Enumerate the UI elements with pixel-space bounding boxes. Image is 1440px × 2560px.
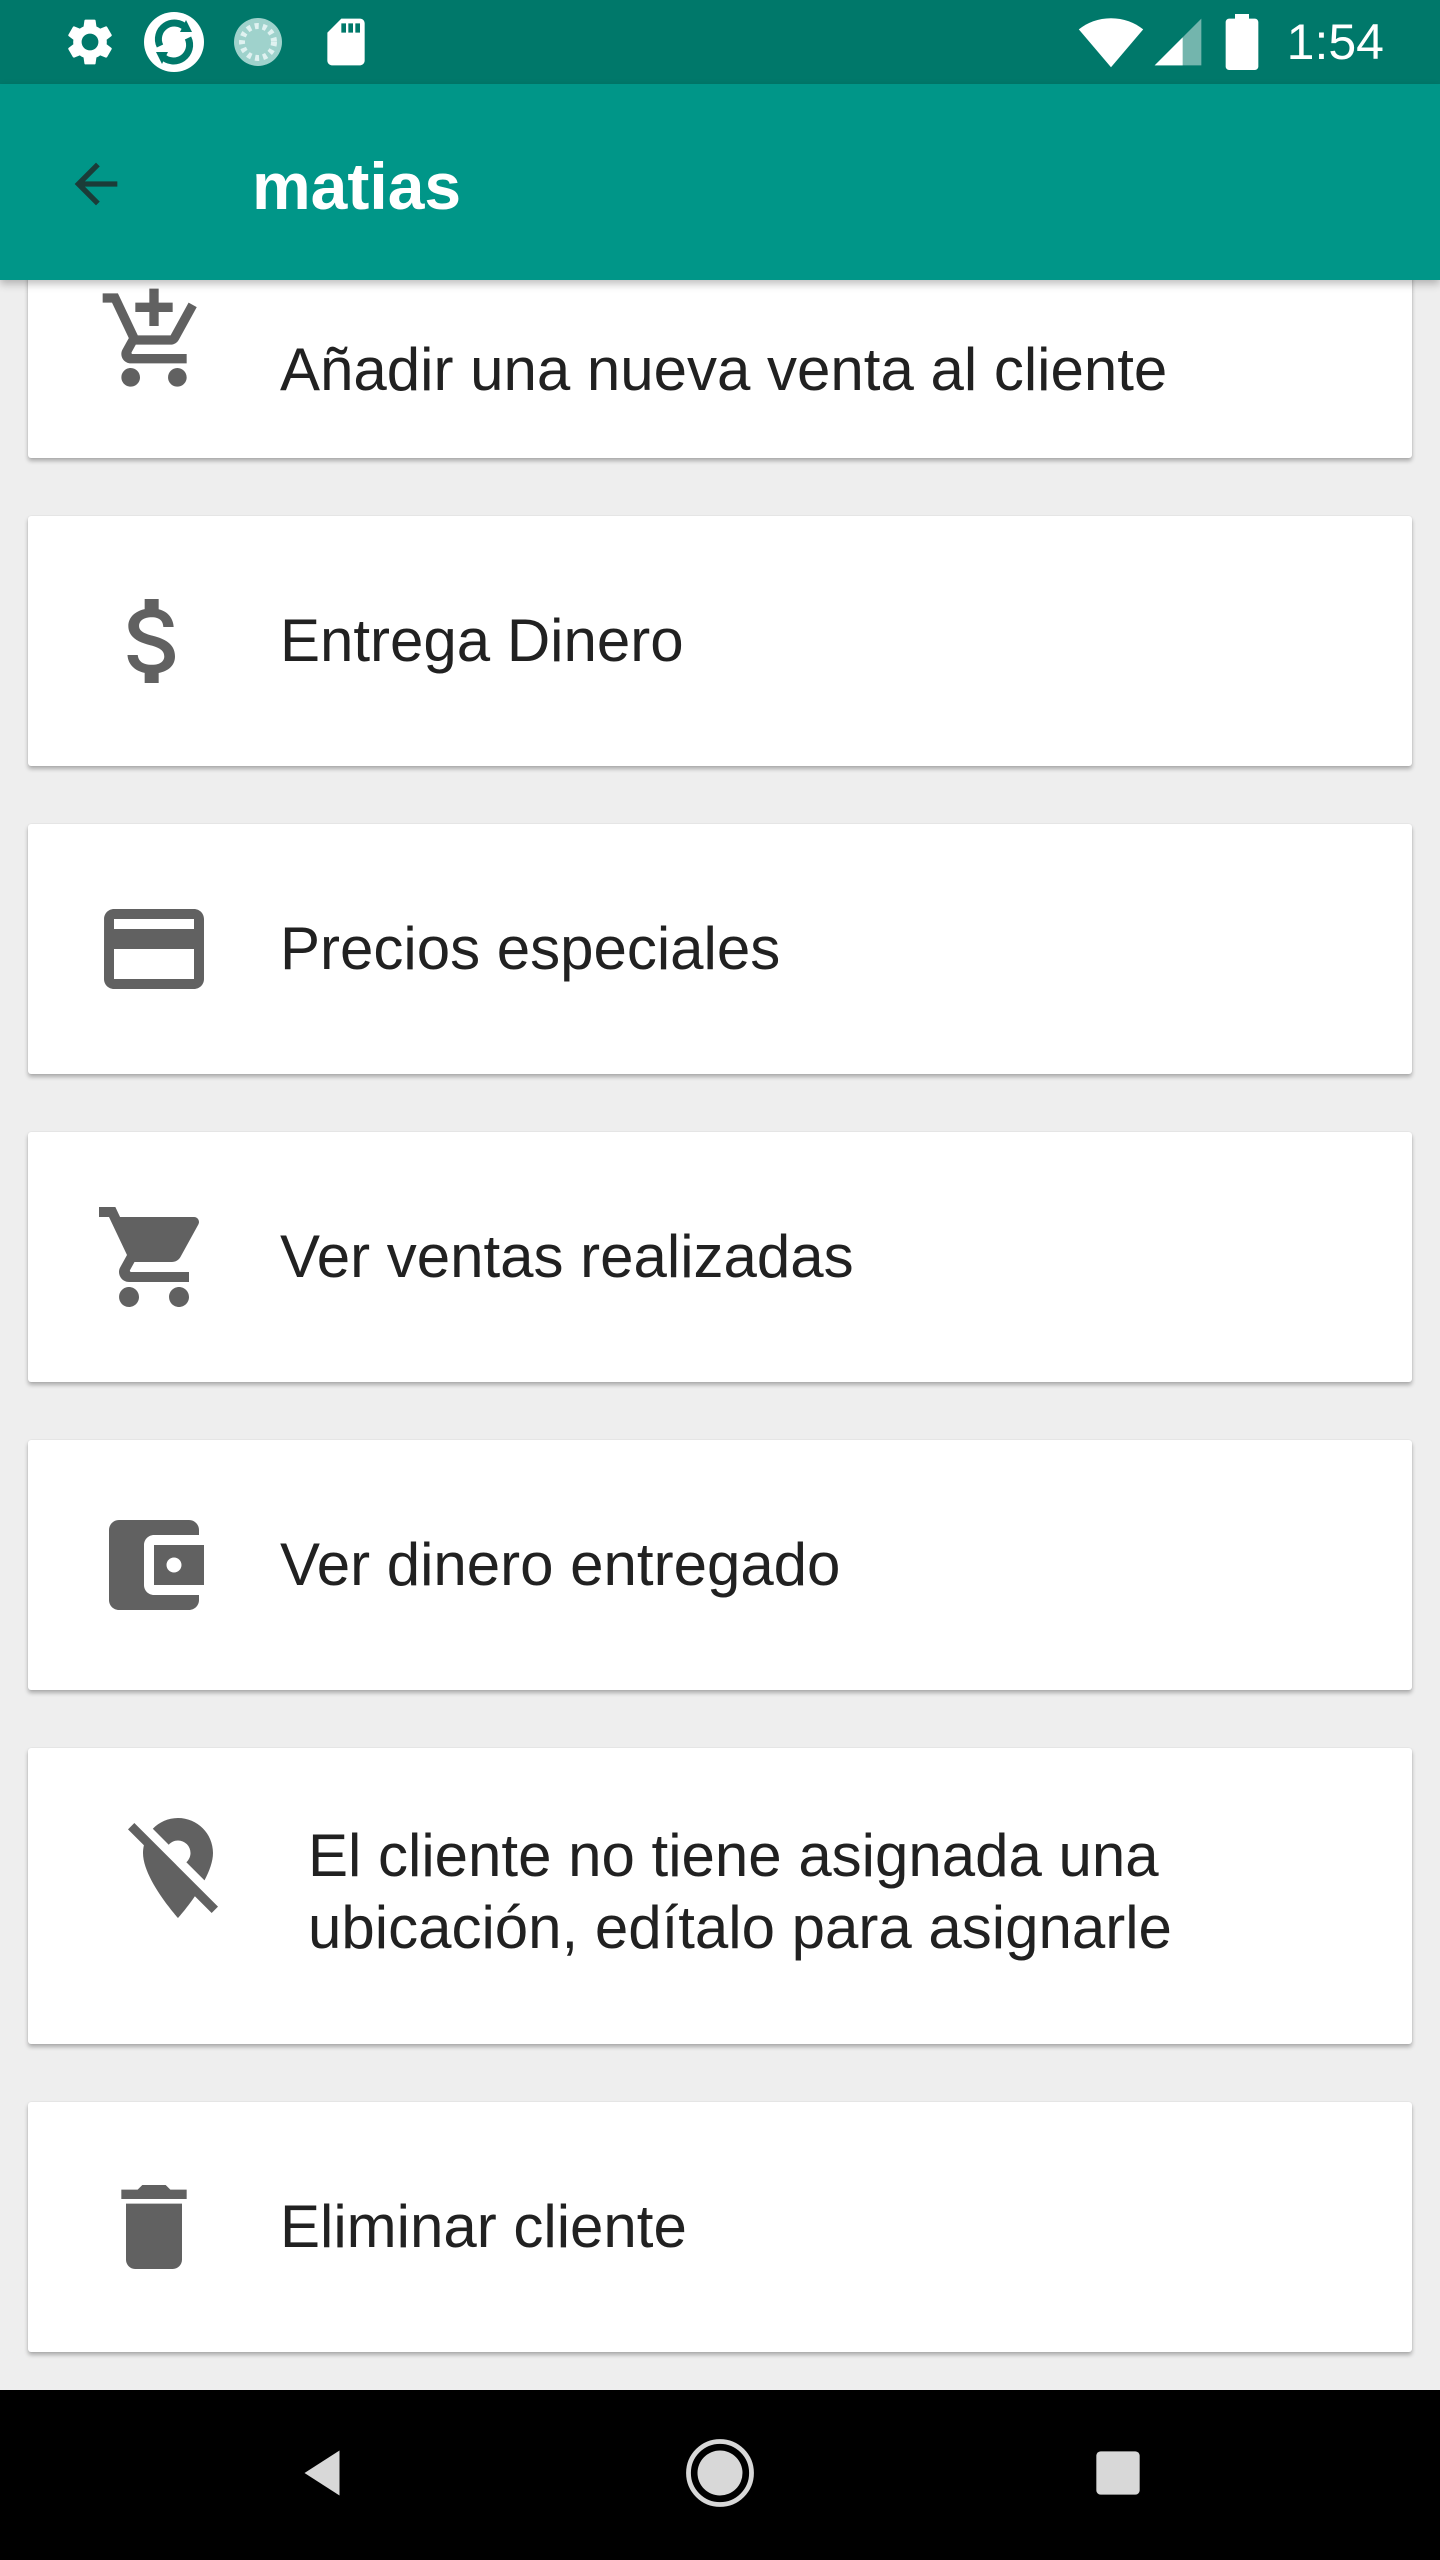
location-warning-line-2: ubicación, edítalo para asignarle: [308, 1894, 1172, 1961]
deliver-money-label: Entrega Dinero: [280, 607, 684, 674]
view-sales-card[interactable]: Ver ventas realizadas: [28, 1132, 1412, 1382]
actions-list: Añadir una nueva venta al cliente Entreg…: [0, 280, 1440, 2390]
add-shopping-cart-icon: [94, 280, 214, 400]
nav-home-button[interactable]: [670, 2425, 770, 2525]
view-delivered-money-card[interactable]: Ver dinero entregado: [28, 1440, 1412, 1690]
back-button[interactable]: [48, 138, 144, 234]
location-warning-card[interactable]: El cliente no tiene asignada una ubicació…: [28, 1748, 1412, 2044]
sync-app-icon: [142, 10, 206, 74]
status-clock: 1:54: [1286, 14, 1384, 70]
loading-app-icon: [230, 14, 286, 70]
special-prices-card[interactable]: Precios especiales: [28, 824, 1412, 1074]
status-bar: 1:54: [0, 0, 1440, 84]
nav-recents-button[interactable]: [1068, 2425, 1168, 2525]
nav-recents-icon: [1092, 2447, 1144, 2504]
location-off-icon: [118, 1808, 238, 1928]
delete-client-card[interactable]: Eliminar cliente: [28, 2102, 1412, 2352]
shopping-cart-icon: [94, 1197, 214, 1317]
app-bar: matias: [0, 84, 1440, 280]
nav-back-icon: [292, 2443, 352, 2508]
wifi-icon: [1076, 14, 1146, 70]
credit-card-icon: [94, 889, 214, 1009]
battery-icon: [1222, 14, 1262, 70]
location-warning-label: El cliente no tiene asignada una ubicació…: [308, 1820, 1368, 1964]
page-title: matias: [252, 149, 462, 223]
location-warning-line-1: El cliente no tiene asignada una: [308, 1822, 1159, 1889]
nav-back-button[interactable]: [272, 2425, 372, 2525]
signal-icon: [1150, 14, 1206, 70]
special-prices-label: Precios especiales: [280, 915, 781, 982]
add-sale-label: Añadir una nueva venta al cliente: [280, 336, 1168, 403]
sd-card-icon: [318, 14, 374, 70]
navigation-bar: [0, 2390, 1440, 2560]
arrow-back-icon: [64, 152, 128, 221]
delete-client-label: Eliminar cliente: [280, 2193, 687, 2260]
trash-icon: [94, 2167, 214, 2287]
wallet-icon: [94, 1505, 214, 1625]
view-sales-label: Ver ventas realizadas: [280, 1223, 854, 1290]
view-delivered-money-label: Ver dinero entregado: [280, 1531, 841, 1598]
dollar-icon: [94, 581, 214, 701]
settings-icon: [62, 14, 118, 70]
add-sale-card[interactable]: Añadir una nueva venta al cliente: [28, 280, 1412, 458]
deliver-money-card[interactable]: Entrega Dinero: [28, 516, 1412, 766]
nav-home-icon: [684, 2437, 756, 2514]
